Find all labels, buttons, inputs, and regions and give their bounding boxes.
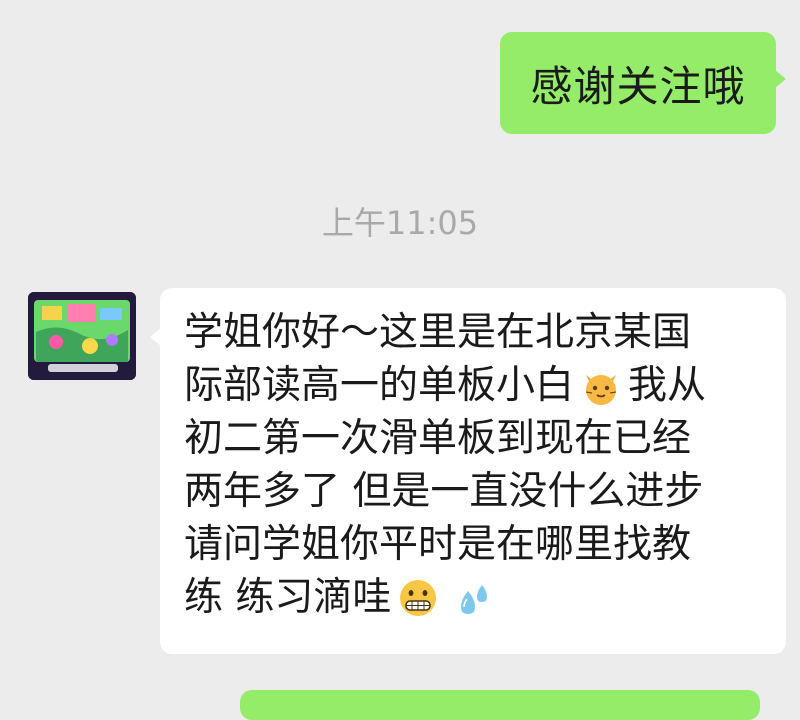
cat-face-icon <box>580 365 622 407</box>
message-line: 请问学姐你平时是在哪里找教 <box>184 518 764 571</box>
message-line: 学姐你好～这里是在北京某国 <box>184 306 764 359</box>
message-line: 初二第一次滑单板到现在已经 <box>184 412 764 465</box>
outgoing-message-bubble[interactable]: 感谢关注哦 <box>500 32 786 134</box>
message-text: 我从 <box>628 363 707 408</box>
outgoing-message-text: 感谢关注哦 <box>530 61 746 111</box>
incoming-message-bubble[interactable]: 学姐你好～这里是在北京某国 际部读高一的单板小白 我从 初二第一次滑单板到现在已… <box>150 288 786 654</box>
avatar-image <box>28 292 136 380</box>
message-text: 练 练习滴哇 <box>184 575 392 620</box>
message-line: 练 练习滴哇 <box>184 571 764 624</box>
contact-avatar[interactable] <box>28 292 136 380</box>
message-timestamp: 上午11:05 <box>321 204 479 242</box>
message-line: 际部读高一的单板小白 我从 <box>184 359 764 412</box>
message-text: 学姐你好～这里是在北京某国 <box>184 310 692 355</box>
message-text: 请问学姐你平时是在哪里找教 <box>184 522 692 567</box>
grimacing-face-icon <box>397 577 439 619</box>
message-line: 两年多了 但是一直没什么进步 <box>184 465 764 518</box>
message-text: 两年多了 但是一直没什么进步 <box>184 469 704 514</box>
message-text: 初二第一次滑单板到现在已经 <box>184 416 692 461</box>
chat-view: 感谢关注哦 上午11:05 学姐你好～这里是在北京某国 际部读高一的单板小白 我… <box>0 0 800 720</box>
message-text: 际部读高一的单板小白 <box>184 363 575 408</box>
outgoing-message-bubble-partial[interactable] <box>240 690 760 720</box>
sweat-droplets-icon <box>451 577 493 619</box>
